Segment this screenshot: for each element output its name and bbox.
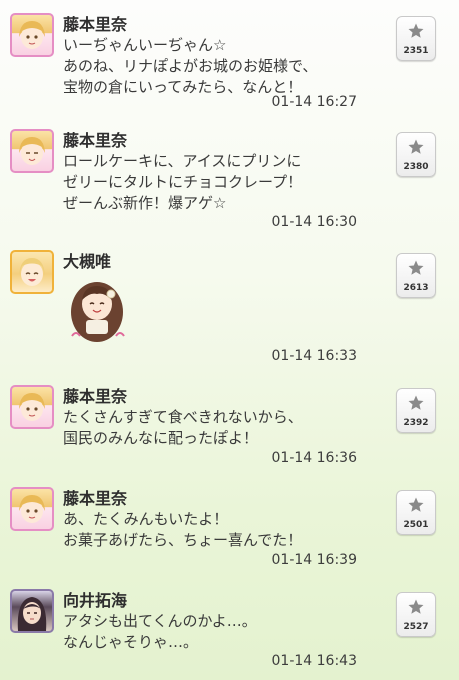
message-text: いーぢゃんいーぢゃん☆ あのね、リナぽよがお城のお姫様で、 宝物の倉にいってみた… — [63, 36, 318, 96]
takumi-avatar[interactable] — [10, 589, 54, 633]
yui-stamp-image — [64, 276, 130, 346]
sender-name: 藤本里奈 — [63, 15, 128, 34]
star-icon — [408, 139, 424, 154]
star-count: 2527 — [403, 622, 429, 632]
rina-avatar[interactable] — [10, 487, 54, 531]
timestamp: 01-14 16:30 — [271, 214, 357, 230]
timestamp: 01-14 16:33 — [271, 348, 357, 364]
star-count: 2380 — [403, 162, 429, 172]
star-button[interactable]: 2613 — [396, 253, 436, 298]
message-text: ロールケーキに、アイスにプリンに ゼリーにタルトにチョコクレープ！ ぜーんぶ新作… — [63, 152, 303, 212]
star-icon — [408, 260, 424, 275]
message-text: あ、たくみんもいたよ！ お菓子あげたら、ちょー喜んでた！ — [63, 510, 303, 549]
yui-avatar[interactable] — [10, 250, 54, 294]
sender-name: 藤本里奈 — [63, 131, 128, 150]
message-text: たくさんすぎて食べきれないから、 国民のみんなに配ったぽよ！ — [63, 408, 303, 447]
star-icon — [408, 395, 424, 410]
star-count: 2613 — [403, 283, 429, 293]
timestamp: 01-14 16:39 — [271, 552, 357, 568]
star-button[interactable]: 2527 — [396, 592, 436, 637]
star-icon — [408, 23, 424, 38]
star-button[interactable]: 2392 — [396, 388, 436, 433]
star-button[interactable]: 2351 — [396, 16, 436, 61]
message-text: アタシも出てくんのかよ…。 なんじゃそりゃ…。 — [63, 612, 257, 651]
timestamp: 01-14 16:43 — [271, 653, 357, 669]
star-button[interactable]: 2380 — [396, 132, 436, 177]
star-count: 2501 — [403, 520, 429, 530]
star-icon — [408, 599, 424, 614]
star-count: 2392 — [403, 418, 429, 428]
sender-name: 大槻唯 — [63, 252, 112, 271]
star-count: 2351 — [403, 46, 429, 56]
rina-avatar[interactable] — [10, 385, 54, 429]
sender-name: 藤本里奈 — [63, 489, 128, 508]
rina-avatar[interactable] — [10, 13, 54, 57]
sender-name: 藤本里奈 — [63, 387, 128, 406]
rina-avatar[interactable] — [10, 129, 54, 173]
star-button[interactable]: 2501 — [396, 490, 436, 535]
sender-name: 向井拓海 — [63, 591, 128, 610]
star-icon — [408, 497, 424, 512]
timestamp: 01-14 16:36 — [271, 450, 357, 466]
timestamp: 01-14 16:27 — [271, 94, 357, 110]
